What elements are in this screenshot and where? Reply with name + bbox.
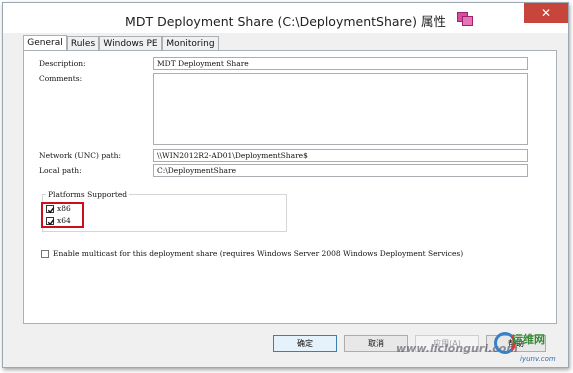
description-label: Description:: [39, 59, 86, 68]
mdt-app-icon: [457, 12, 473, 26]
multicast-checkbox[interactable]: [41, 250, 49, 258]
network-path-field[interactable]: \\WIN2012R2-AD01\DeploymentShare$: [153, 149, 528, 162]
tab-monitoring[interactable]: Monitoring: [162, 36, 219, 50]
x86-label: x86: [57, 204, 71, 213]
local-path-label: Local path:: [39, 166, 82, 175]
comments-field[interactable]: [153, 73, 528, 145]
x64-label: x64: [57, 216, 71, 225]
tab-general[interactable]: General: [23, 35, 67, 51]
network-path-label: Network (UNC) path:: [39, 151, 121, 160]
watermark-domain: iyunv.com: [520, 355, 556, 363]
watermark-name: 运维网: [512, 333, 545, 346]
multicast-label: Enable multicast for this deployment sha…: [53, 249, 464, 258]
properties-dialog: MDT Deployment Share (C:\DeploymentShare…: [2, 2, 569, 368]
local-path-field[interactable]: C:\DeploymentShare: [153, 164, 528, 177]
x64-checkbox[interactable]: [46, 217, 55, 226]
window-title: MDT Deployment Share (C:\DeploymentShare…: [125, 14, 446, 29]
close-button[interactable]: ✕: [524, 3, 568, 23]
checkmark-icon: [47, 207, 55, 214]
tab-rules[interactable]: Rules: [67, 36, 99, 50]
title-bar[interactable]: MDT Deployment Share (C:\DeploymentShare…: [3, 3, 568, 33]
tab-windows-pe[interactable]: Windows PE: [99, 36, 162, 50]
description-field[interactable]: MDT Deployment Share: [153, 57, 528, 70]
checkmark-icon: [47, 219, 55, 226]
x86-checkbox[interactable]: [46, 205, 55, 214]
ok-button[interactable]: 确定: [273, 335, 337, 352]
platforms-group-title: Platforms Supported: [46, 190, 130, 199]
comments-label: Comments:: [39, 74, 83, 83]
general-tab-panel: Description: MDT Deployment Share Commen…: [23, 50, 557, 324]
